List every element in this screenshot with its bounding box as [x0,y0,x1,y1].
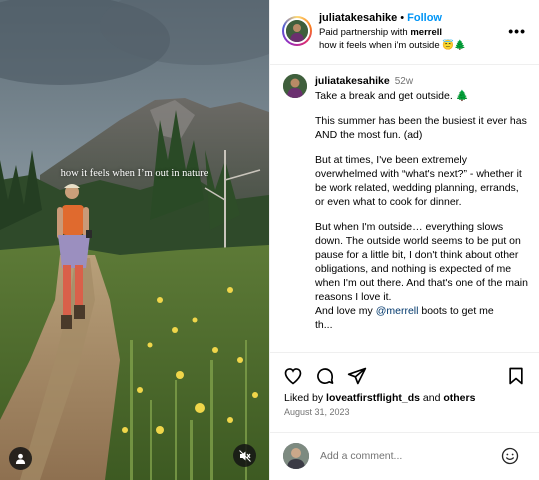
caption-paragraph: This summer has been the busiest it ever… [315,115,527,141]
header-user-line: juliatakesahike • Follow [319,12,442,24]
post-age: 52w [394,76,414,87]
caption-username[interactable]: juliatakesahike [315,75,390,87]
mention-link[interactable]: @merrell [376,305,419,317]
caption-text: juliatakesahike 52w Take a break and get … [315,74,530,332]
post-media[interactable]: how it feels when I’m out in nature [0,0,269,480]
follow-button[interactable]: Follow [407,12,442,24]
tagged-users-button[interactable] [9,447,32,470]
current-user-avatar [283,443,309,469]
emoji-button[interactable] [499,445,521,467]
like-button[interactable] [282,365,304,387]
header-username[interactable]: juliatakesahike [319,12,397,24]
caption-area: juliatakesahike 52w Take a break and get … [270,66,539,352]
caption-paragraph-last: And love my @merrell boots to get me [315,305,494,317]
mute-button[interactable] [233,444,256,467]
caption-paragraph: But at times, I've been extremely overwh… [315,154,522,208]
caption-cut-line: th... [315,319,333,331]
save-button[interactable] [505,365,527,387]
more-options-icon[interactable]: ••• [508,24,526,38]
bookmark-icon [509,367,523,385]
post-header: juliatakesahike • Follow Paid partnership … [270,0,539,65]
caption-avatar[interactable] [283,74,307,98]
comment-button[interactable] [314,365,336,387]
smiley-icon [501,447,519,465]
share-button[interactable] [346,365,368,387]
partner-prefix: Paid partnership with [319,27,411,38]
partner-link[interactable]: merrell [410,27,442,38]
comment-input[interactable] [320,445,490,467]
story-avatar[interactable] [282,16,312,46]
action-bar: Liked by loveatfirstflight_ds and others… [270,352,539,432]
post-photo [0,0,269,480]
post-side-panel: juliatakesahike • Follow Paid partnership … [269,0,539,480]
comment-bar [270,432,539,480]
liked-by-line: Liked by loveatfirstflight_ds and others [284,392,476,404]
share-icon [347,367,367,385]
liked-by-others-link[interactable]: others [443,392,475,404]
caption-paragraph: But when I'm outside… everything slows d… [315,221,528,303]
paid-partnership-label: Paid partnership with merrell [319,27,442,38]
video-text-overlay: how it feels when I’m out in nature [60,168,209,179]
caption-paragraph: Take a break and get outside. 🌲 [315,90,469,102]
liked-by-user-link[interactable]: loveatfirstflight_ds [326,392,420,404]
comment-icon [317,368,334,385]
audio-attribution[interactable]: how it feels when i'm outside 😇🌲 [319,40,466,51]
speaker-muted-icon [238,449,251,462]
post-date[interactable]: August 31, 2023 [284,407,350,417]
separator-dot: • [400,12,405,24]
avatar [286,20,308,42]
person-icon [15,453,26,464]
heart-icon [284,368,302,385]
